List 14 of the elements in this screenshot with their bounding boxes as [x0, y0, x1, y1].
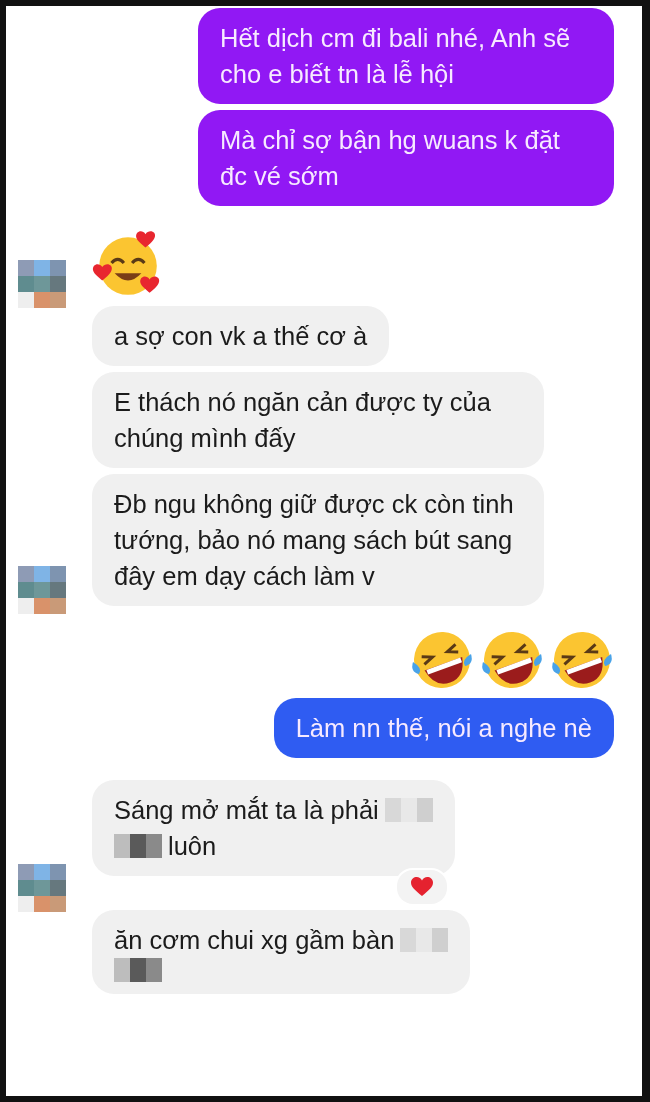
- message-bubble: Hết dịch cm đi bali nhé, Anh sẽ cho e biết tn là lễ hội: [198, 8, 614, 104]
- message-bubble: a sợ con vk a thế cơ à: [92, 306, 390, 366]
- message-text: Sáng mở mắt ta là phải: [114, 795, 379, 826]
- message-bubble: Mà chỉ sợ bận hg wuans k đặt đc vé sớm: [198, 110, 614, 206]
- pixelated-redaction: [400, 928, 449, 952]
- message-bubble: E thách nó ngăn cản được ty của chúng mình đấy: [92, 372, 544, 468]
- pixelated-redaction: [114, 958, 162, 982]
- message-bubble: Làm nn thế, nói a nghe nè: [273, 698, 614, 758]
- pixelated-redaction: [384, 798, 433, 822]
- heart-icon: [410, 877, 433, 897]
- message-text: ăn cơm chui xg gầm bàn: [114, 925, 395, 956]
- pixelated-redaction: [114, 834, 162, 858]
- message-bubble: Đb ngu không giữ được ck còn tinh tướng, bảo nó mang sách bút sang đây em dạy cách làm v: [92, 474, 544, 606]
- message-text: luôn: [168, 831, 217, 862]
